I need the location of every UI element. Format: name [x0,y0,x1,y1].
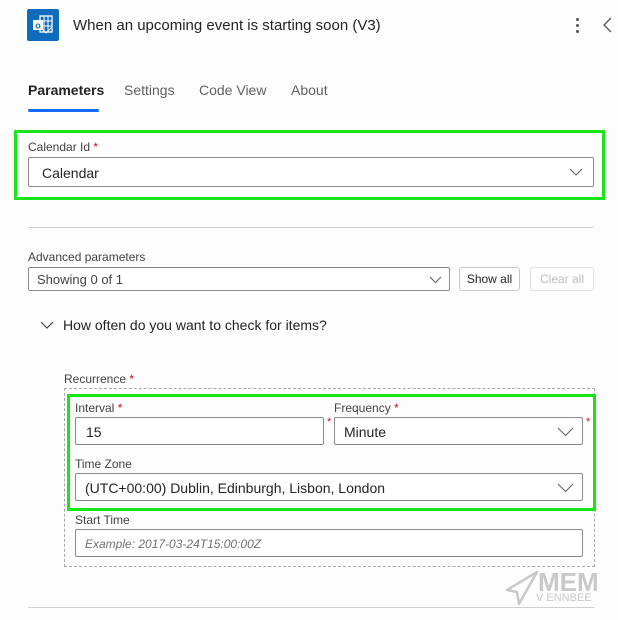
recurrence-label: Recurrence * [64,372,134,386]
trigger-title: When an upcoming event is starting soon … [73,17,381,34]
required-mark: * [117,401,123,415]
required-mark: * [586,416,591,428]
calendar-id-select[interactable]: Calendar [28,157,594,187]
time-zone-label: Time Zone [75,457,132,471]
calendar-id-label: Calendar Id * [28,140,98,154]
interval-value: 15 [86,424,102,440]
more-dot [576,24,579,27]
outlook-icon: o [27,9,59,41]
tab-parameters[interactable]: Parameters [28,82,104,98]
more-vertical-icon [576,18,579,21]
frequency-value: Minute [344,424,387,440]
chevron-down-icon [557,483,574,493]
required-mark: * [129,372,135,386]
watermark-subtitle: V ENNBEE [536,592,592,604]
chevron-down-icon [569,168,583,176]
more-options-button[interactable] [568,13,588,37]
tab-code-view[interactable]: Code View [199,82,266,98]
tab-about[interactable]: About [291,82,328,98]
panel-header: o When an upcoming event is starting soo… [0,0,618,52]
start-time-label: Start Time [75,513,130,527]
advanced-parameters-label: Advanced parameters [28,250,146,264]
frequency-select[interactable]: Minute [334,417,583,445]
start-time-input[interactable]: Example: 2017-03-24T15:00:00Z [75,529,583,557]
time-zone-select[interactable]: (UTC+00:00) Dublin, Edinburgh, Lisbon, L… [75,473,583,501]
more-dot [576,30,579,33]
section-title: How often do you want to check for items… [63,317,327,333]
svg-text:o: o [35,21,41,31]
chevron-left-icon [603,17,612,33]
chevron-down-icon [429,276,442,284]
interval-input[interactable]: 15 [75,417,324,445]
recurrence-label-text: Recurrence [64,372,127,386]
paper-plane-icon [505,570,539,606]
chevron-down-icon [40,321,54,329]
tab-settings[interactable]: Settings [124,82,175,98]
advanced-parameters-select[interactable]: Showing 0 of 1 [28,267,450,291]
show-all-button[interactable]: Show all [459,267,520,291]
required-mark: * [394,401,399,415]
interval-label-text: Interval [75,401,115,415]
start-time-placeholder: Example: 2017-03-24T15:00:00Z [85,537,262,551]
clear-all-button[interactable]: Clear all [530,267,594,291]
frequency-label: Frequency * [334,401,399,415]
interval-label: Interval * [75,401,122,415]
frequency-label-text: Frequency [334,401,391,415]
divider [28,227,594,228]
active-tab-indicator [28,109,99,112]
calendar-id-value: Calendar [42,165,99,181]
calendar-id-label-text: Calendar Id [28,140,91,154]
advanced-parameters-value: Showing 0 of 1 [37,272,124,287]
required-mark: * [327,416,332,428]
chevron-down-icon [557,427,574,437]
required-mark: * [93,140,99,154]
time-zone-value: (UTC+00:00) Dublin, Edinburgh, Lisbon, L… [85,480,386,496]
collapse-panel-button[interactable] [598,13,614,37]
divider [28,607,594,608]
